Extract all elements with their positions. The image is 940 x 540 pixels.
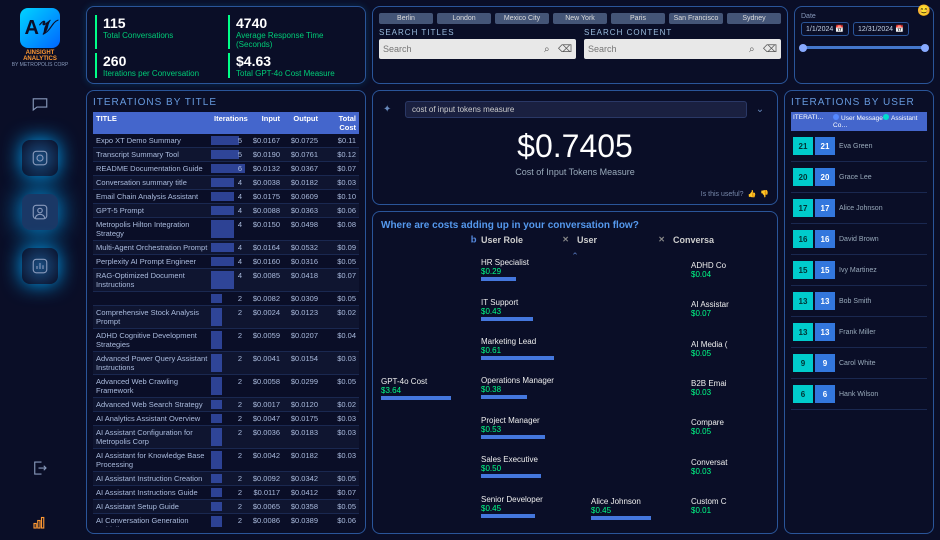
sankey-role[interactable]: IT Support$0.43 [481, 298, 581, 321]
table-row[interactable]: Multi-Agent Orchestration Prompt4$0.0164… [93, 241, 359, 255]
close-icon[interactable]: ✕ [658, 235, 665, 244]
nav-user-icon[interactable] [22, 194, 58, 230]
sankey-role[interactable]: Marketing Lead$0.61 [481, 337, 581, 360]
slider-handle-right[interactable] [921, 44, 929, 52]
iter-user-row[interactable]: 1313Frank Miller [791, 317, 927, 348]
iter-user-row[interactable]: 99Carol White [791, 348, 927, 379]
table-row[interactable]: 2$0.0082$0.0309$0.05 [93, 292, 359, 306]
iter-user-row[interactable]: 66Hank Wilson [791, 379, 927, 410]
clear-icon[interactable]: ⌫ [763, 44, 777, 55]
location-chip[interactable]: New York [553, 13, 607, 24]
location-chip[interactable]: San Francisco [669, 13, 723, 24]
iter-user-row[interactable]: 1616David Brown [791, 224, 927, 255]
kpi-value: 115 [103, 15, 224, 31]
iter-user-row[interactable]: 1515Ivy Martinez [791, 255, 927, 286]
table-row[interactable]: ADHD Cognitive Development Strategies2$0… [93, 329, 359, 352]
close-icon[interactable]: ✕ [562, 235, 569, 244]
sankey-root[interactable]: GPT-4o Cost$3.64 [381, 377, 471, 400]
iterations-by-title-panel: ITERATIONS BY TITLE TITLE Iterations Inp… [86, 90, 366, 534]
sidebar: AINSIGHT ANALYTICS BY METROPOLIS CORP [0, 0, 80, 540]
table-row[interactable]: AI Conversation Generation Guidelines2$0… [93, 514, 359, 527]
thumbs-down-icon[interactable]: 👎 [760, 190, 769, 198]
sankey-conv[interactable]: Conversat$0.03 [691, 458, 769, 476]
table-row[interactable]: Advanced Web Search Strategy2$0.0017$0.0… [93, 398, 359, 412]
flow-card: Where are costs adding up in your conver… [372, 211, 778, 534]
table-row[interactable]: README Documentation Guide6$0.0132$0.036… [93, 162, 359, 176]
date-slider[interactable] [801, 46, 927, 49]
table-row[interactable]: Conversation summary title4$0.0038$0.018… [93, 176, 359, 190]
table-row[interactable]: AI Assistant Instructions Guide2$0.0117$… [93, 486, 359, 500]
sankey-conv[interactable]: Compare$0.05 [691, 418, 769, 436]
sankey-role[interactable]: Operations Manager$0.38 [481, 376, 581, 399]
search-panel: Berlin London Mexico City New York Paris San … [372, 6, 788, 84]
metric-query-input[interactable] [405, 101, 747, 118]
search-content-input[interactable] [588, 44, 749, 54]
search-content-label: SEARCH CONTENT [584, 28, 781, 37]
sankey-conv[interactable]: B2B Emai$0.03 [691, 379, 769, 397]
nav-logout-icon[interactable] [22, 450, 58, 486]
table-row[interactable]: Transcript Summary Tool5$0.0190$0.0761$0… [93, 148, 359, 162]
metric-card: ✦ ⌄ $0.7405 Cost of Input Tokens Measure… [372, 90, 778, 205]
iter-user-header: ITERATI… User Message Co… Assistant [791, 112, 927, 131]
date-from[interactable]: 1/1/2024 📅 [801, 22, 849, 36]
table-row[interactable]: Expo XT Demo Summary5$0.0167$0.0725$0.11 [93, 134, 359, 148]
nav-chat-icon[interactable] [22, 86, 58, 122]
sankey-conv[interactable]: Custom C$0.01 [691, 497, 769, 515]
sparkle-icon: ✦ [383, 104, 399, 115]
location-chip[interactable]: Mexico City [495, 13, 549, 24]
table-row[interactable]: Advanced Web Crawling Framework2$0.0058$… [93, 375, 359, 398]
sankey-conv[interactable]: ADHD Co$0.04 [691, 261, 769, 279]
location-chip[interactable]: London [437, 13, 491, 24]
location-chip[interactable]: Sydney [727, 13, 781, 24]
table-row[interactable]: Comprehensive Stock Analysis Prompt2$0.0… [93, 306, 359, 329]
emoji-icon: 😊 [917, 4, 931, 17]
search-titles-input[interactable] [383, 44, 544, 54]
table-row[interactable]: AI Analytics Assistant Overview2$0.0047$… [93, 412, 359, 426]
table-row[interactable]: Metropolis Hilton Integration Strategy4$… [93, 218, 359, 241]
iter-user-row[interactable]: 2020Grace Lee [791, 162, 927, 193]
sankey-role[interactable]: Sales Executive$0.50 [481, 455, 581, 478]
nav-bars-icon[interactable] [22, 504, 58, 540]
location-chip[interactable]: Paris [611, 13, 665, 24]
table-row[interactable]: AI Assistant Setup Guide2$0.0065$0.0358$… [93, 500, 359, 514]
location-chip[interactable]: Berlin [379, 13, 433, 24]
clear-icon[interactable]: ⌫ [558, 44, 572, 55]
logo: AINSIGHT ANALYTICS BY METROPOLIS CORP [10, 8, 70, 68]
table-row[interactable]: AI Assistant for Knowledge Base Processi… [93, 449, 359, 472]
sankey-conv[interactable]: AI Assistar$0.07 [691, 300, 769, 318]
table-row[interactable]: Email Chain Analysis Assistant4$0.0175$0… [93, 190, 359, 204]
table-header[interactable]: TITLE Iterations Input Output Total Cost [93, 112, 359, 134]
table-row[interactable]: Perplexity AI Prompt Engineer4$0.0160$0.… [93, 255, 359, 269]
iter-user-row[interactable]: 2121Eva Green [791, 131, 927, 162]
table-row[interactable]: RAG-Optimized Document Instructions4$0.0… [93, 269, 359, 292]
sankey-role[interactable]: Project Manager$0.53 [481, 416, 581, 439]
nav-instagram-icon[interactable] [22, 140, 58, 176]
date-panel: 😊 Date 1/1/2024 📅 12/31/2024 📅 [794, 6, 934, 84]
table-row[interactable]: AI Assistant Instruction Creation2$0.009… [93, 472, 359, 486]
search-titles-label: SEARCH TITLES [379, 28, 576, 37]
table-row[interactable]: GPT-5 Prompt4$0.0088$0.0363$0.06 [93, 204, 359, 218]
nav-chart-icon[interactable] [22, 248, 58, 284]
chevron-down-icon[interactable]: ⌄ [753, 104, 767, 115]
table-row[interactable]: AI Assistant Configuration for Metropoli… [93, 426, 359, 449]
sankey-role[interactable]: HR Specialist$0.29 [481, 258, 581, 281]
sankey-conv[interactable]: AI Media ($0.05 [691, 340, 769, 358]
table-row[interactable]: Advanced Power Query Assistant Instructi… [93, 352, 359, 375]
thumbs-up-icon[interactable]: 👍 [748, 190, 757, 198]
sankey-user[interactable]: Alice Johnson$0.45 [591, 497, 681, 520]
iterations-by-user-panel: ITERATIONS BY USER ITERATI… User Message… [784, 90, 934, 534]
search-icon[interactable]: ⌕ [749, 44, 763, 55]
iter-user-row[interactable]: 1313Bob Smith [791, 286, 927, 317]
slider-handle-left[interactable] [799, 44, 807, 52]
date-to[interactable]: 12/31/2024 📅 [853, 22, 909, 36]
sankey-role[interactable]: Senior Developer$0.45 [481, 495, 581, 518]
kpi-panel: 115Total Conversations 4740Average Respo… [86, 6, 366, 84]
metric-value: $0.7405 [517, 128, 633, 165]
search-icon[interactable]: ⌕ [544, 44, 558, 55]
iter-user-row[interactable]: 1717Alice Johnson [791, 193, 927, 224]
